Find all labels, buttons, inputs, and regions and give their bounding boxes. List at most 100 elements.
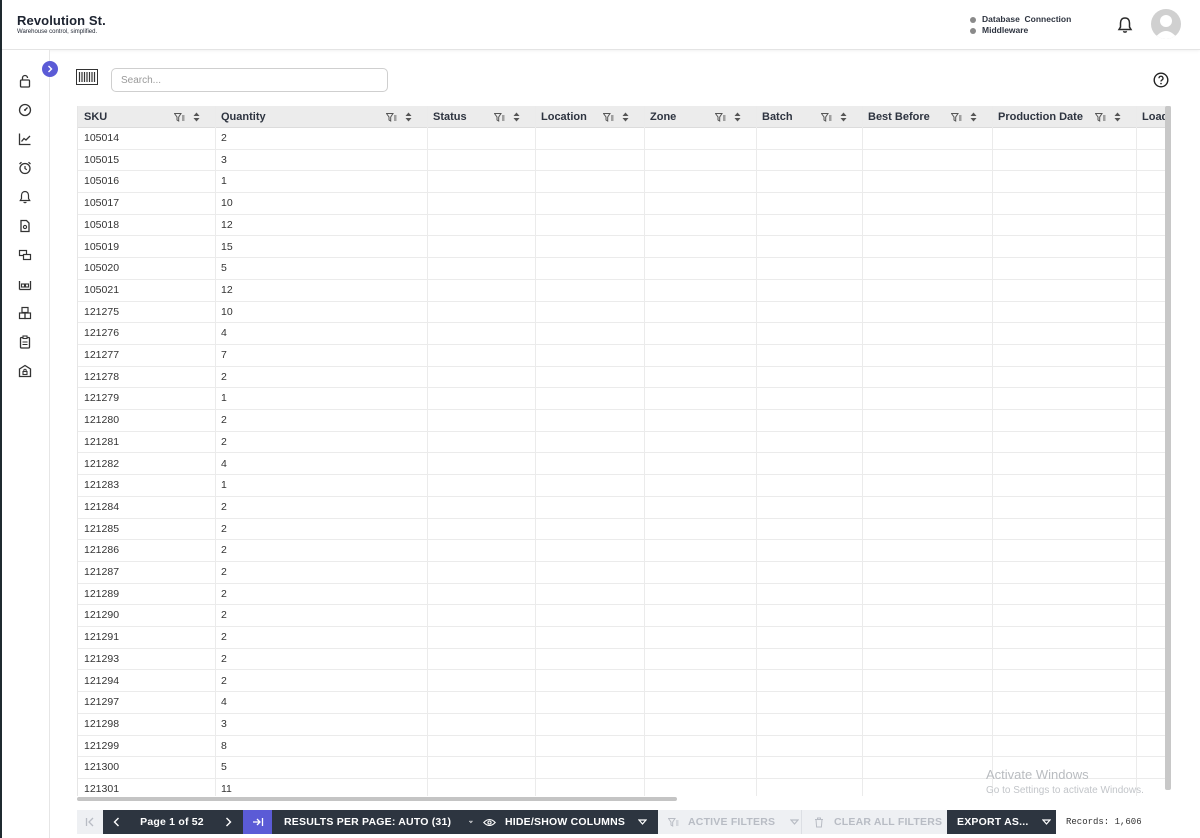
hide-show-columns-button[interactable]: HIDE/SHOW COLUMNS	[473, 810, 658, 834]
sort-icon[interactable]	[513, 112, 520, 122]
table-row[interactable]: 121298 3	[78, 714, 1168, 736]
filter-icon[interactable]	[821, 112, 832, 122]
results-per-page-select[interactable]: RESULTS PER PAGE: AUTO (31)	[272, 810, 473, 834]
records-count: Records: 1,606	[1066, 817, 1142, 827]
table-row[interactable]: 121286 2	[78, 540, 1168, 562]
table-row[interactable]: 121287 2	[78, 562, 1168, 584]
sort-icon[interactable]	[405, 112, 412, 122]
dashboard-icon[interactable]	[18, 103, 32, 117]
prev-page-button[interactable]	[103, 810, 131, 834]
sort-icon[interactable]	[970, 112, 977, 122]
bell-icon[interactable]	[18, 190, 32, 204]
status-dot-icon	[970, 27, 976, 34]
last-page-button[interactable]	[243, 810, 272, 834]
cell-quantity: 4	[221, 457, 227, 470]
table-row[interactable]: 121297 4	[78, 692, 1168, 714]
table-row[interactable]: 105016 1	[78, 171, 1168, 194]
active-filters-button[interactable]: ACTIVE FILTERS	[658, 810, 801, 834]
sidebar-expand-button[interactable]	[42, 61, 58, 77]
table-row[interactable]: 121294 2	[78, 671, 1168, 693]
search-input[interactable]	[111, 68, 388, 92]
cell-quantity: 2	[221, 652, 227, 665]
table-row[interactable]: 105017 10	[78, 193, 1168, 215]
next-page-button[interactable]	[213, 810, 243, 834]
warehouse-icon[interactable]	[18, 277, 32, 291]
table-row[interactable]: 121276 4	[78, 323, 1168, 345]
boxes-icon[interactable]	[18, 306, 32, 320]
table-row[interactable]: 121281 2	[78, 432, 1168, 454]
alarm-icon[interactable]	[18, 161, 32, 175]
filter-icon[interactable]	[1095, 112, 1106, 122]
clear-all-filters-button[interactable]: CLEAR ALL FILTERS	[801, 810, 947, 834]
table-row[interactable]: 121282 4	[78, 454, 1168, 476]
table-row[interactable]: 105021 12	[78, 280, 1168, 302]
table-row[interactable]: 121278 2	[78, 367, 1168, 389]
trash-icon	[815, 817, 823, 827]
filter-icon[interactable]	[715, 112, 726, 122]
cell-sku: 121281	[84, 435, 120, 448]
cell-quantity: 11	[221, 783, 232, 795]
cell-quantity: 4	[221, 327, 227, 340]
table-row[interactable]: 121293 2	[78, 649, 1168, 671]
cell-quantity: 1	[221, 175, 227, 188]
table-row[interactable]: 105019 15	[78, 237, 1168, 259]
filter-icon[interactable]	[174, 112, 185, 122]
export-as-button[interactable]: EXPORT AS...	[947, 810, 1056, 834]
sort-icon[interactable]	[734, 112, 741, 122]
clipboard-icon[interactable]	[18, 335, 32, 349]
table-row[interactable]: 105018 12	[78, 215, 1168, 237]
first-page-button[interactable]	[77, 810, 103, 834]
cell-sku: 121294	[84, 674, 120, 687]
cell-quantity: 2	[221, 544, 227, 557]
filter-icon[interactable]	[386, 112, 397, 122]
table-row[interactable]: 105014 2	[78, 128, 1168, 150]
sort-icon[interactable]	[193, 112, 200, 122]
table-row[interactable]: 105020 5	[78, 258, 1168, 280]
transfer-icon[interactable]	[18, 248, 32, 262]
filter-icon[interactable]	[951, 112, 962, 122]
cell-quantity: 2	[221, 132, 227, 144]
status-dot-icon	[970, 16, 976, 23]
table-row[interactable]: 121279 1	[78, 388, 1168, 411]
sort-icon[interactable]	[622, 112, 629, 122]
secure-box-icon[interactable]	[18, 364, 32, 378]
cell-quantity: 2	[221, 414, 227, 427]
cell-sku: 121279	[84, 392, 120, 405]
table-row[interactable]: 121291 2	[78, 627, 1168, 649]
notification-bell-icon[interactable]	[1117, 16, 1133, 34]
cell-quantity: 1	[221, 479, 227, 492]
table-row[interactable]: 105015 3	[78, 150, 1168, 172]
table-row[interactable]: 121285 2	[78, 519, 1168, 541]
horizontal-scrollbar[interactable]	[77, 797, 677, 801]
cell-sku: 105020	[84, 262, 120, 275]
document-icon[interactable]	[18, 219, 32, 233]
table-row[interactable]: 121283 1	[78, 475, 1168, 497]
sort-icon[interactable]	[840, 112, 847, 122]
user-avatar[interactable]	[1151, 9, 1181, 39]
table-row[interactable]: 121277 7	[78, 345, 1168, 367]
cell-sku: 121299	[84, 739, 120, 752]
filter-icon[interactable]	[603, 112, 614, 122]
vertical-scrollbar[interactable]	[1165, 106, 1171, 790]
cell-sku: 121284	[84, 500, 120, 513]
cell-quantity: 1	[221, 392, 227, 405]
eye-icon	[483, 818, 496, 826]
chart-icon[interactable]	[18, 132, 32, 146]
activate-windows-title: Activate Windows	[986, 767, 1089, 782]
cell-quantity: 2	[221, 500, 227, 513]
column-divider	[756, 106, 757, 796]
column-divider	[862, 106, 863, 796]
table-row[interactable]: 121280 2	[78, 410, 1168, 432]
table-row[interactable]: 121290 2	[78, 605, 1168, 628]
filter-icon[interactable]	[494, 112, 505, 122]
sort-icon[interactable]	[1114, 112, 1121, 122]
help-icon[interactable]	[1153, 72, 1169, 88]
table-row[interactable]: 121289 2	[78, 584, 1168, 606]
cell-quantity: 2	[221, 609, 227, 622]
table-row[interactable]: 121275 10	[78, 302, 1168, 324]
table-row[interactable]: 121284 2	[78, 497, 1168, 519]
barcode-scan-icon[interactable]	[76, 69, 98, 85]
cell-quantity: 3	[221, 153, 227, 166]
table-row[interactable]: 121299 8	[78, 736, 1168, 758]
lock-icon[interactable]	[18, 74, 32, 88]
